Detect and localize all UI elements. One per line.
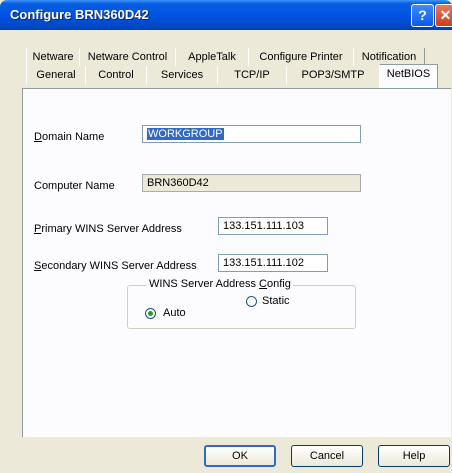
radio-selected-dot — [148, 311, 153, 316]
secondary-wins-label: Secondary WINS Server Address — [34, 260, 197, 272]
tab-netware-control[interactable]: Netware Control — [79, 48, 176, 66]
tab-tcpip[interactable]: TCP/IP — [217, 66, 287, 84]
secondary-wins-field[interactable]: 133.151.111.102 — [218, 254, 328, 272]
tab-appletalk[interactable]: AppleTalk — [175, 48, 249, 66]
auto-radio-label[interactable]: Auto — [163, 307, 186, 319]
ok-button[interactable]: OK — [204, 445, 276, 467]
wins-config-group-label: WINS Server Address Config — [147, 278, 293, 290]
tab-netware[interactable]: Netware — [26, 48, 80, 66]
title-bar[interactable]: Configure BRN360D42 ? ✕ — [0, 0, 452, 30]
tab-services[interactable]: Services — [146, 66, 218, 84]
static-radio[interactable] — [246, 296, 257, 307]
tab-pop3smtp[interactable]: POP3/SMTP — [286, 66, 380, 84]
help-title-button[interactable]: ? — [411, 4, 434, 27]
window-title: Configure BRN360D42 — [10, 7, 149, 22]
tab-netbios[interactable]: NetBIOS — [379, 64, 438, 89]
static-radio-label[interactable]: Static — [262, 295, 290, 307]
tab-general[interactable]: General — [26, 66, 86, 84]
help-button[interactable]: Help — [378, 445, 450, 467]
computer-name-field: BRN360D42 — [142, 174, 361, 192]
cancel-button[interactable]: Cancel — [291, 445, 363, 467]
configure-dialog: Configure BRN360D42 ? ✕ Netware Netware … — [0, 0, 452, 473]
tab-configure-printer[interactable]: Configure Printer — [248, 48, 354, 66]
close-button[interactable]: ✕ — [435, 4, 452, 27]
auto-radio[interactable] — [145, 308, 156, 319]
domain-name-label: Domain Name — [34, 131, 105, 143]
computer-name-label: Computer Name — [34, 180, 115, 192]
wins-config-group — [127, 285, 356, 329]
primary-wins-label: Primary WINS Server Address — [34, 223, 182, 235]
tab-control[interactable]: Control — [85, 66, 147, 84]
primary-wins-field[interactable]: 133.151.111.103 — [218, 217, 328, 235]
domain-name-field[interactable]: WORKGROUP — [142, 125, 361, 143]
